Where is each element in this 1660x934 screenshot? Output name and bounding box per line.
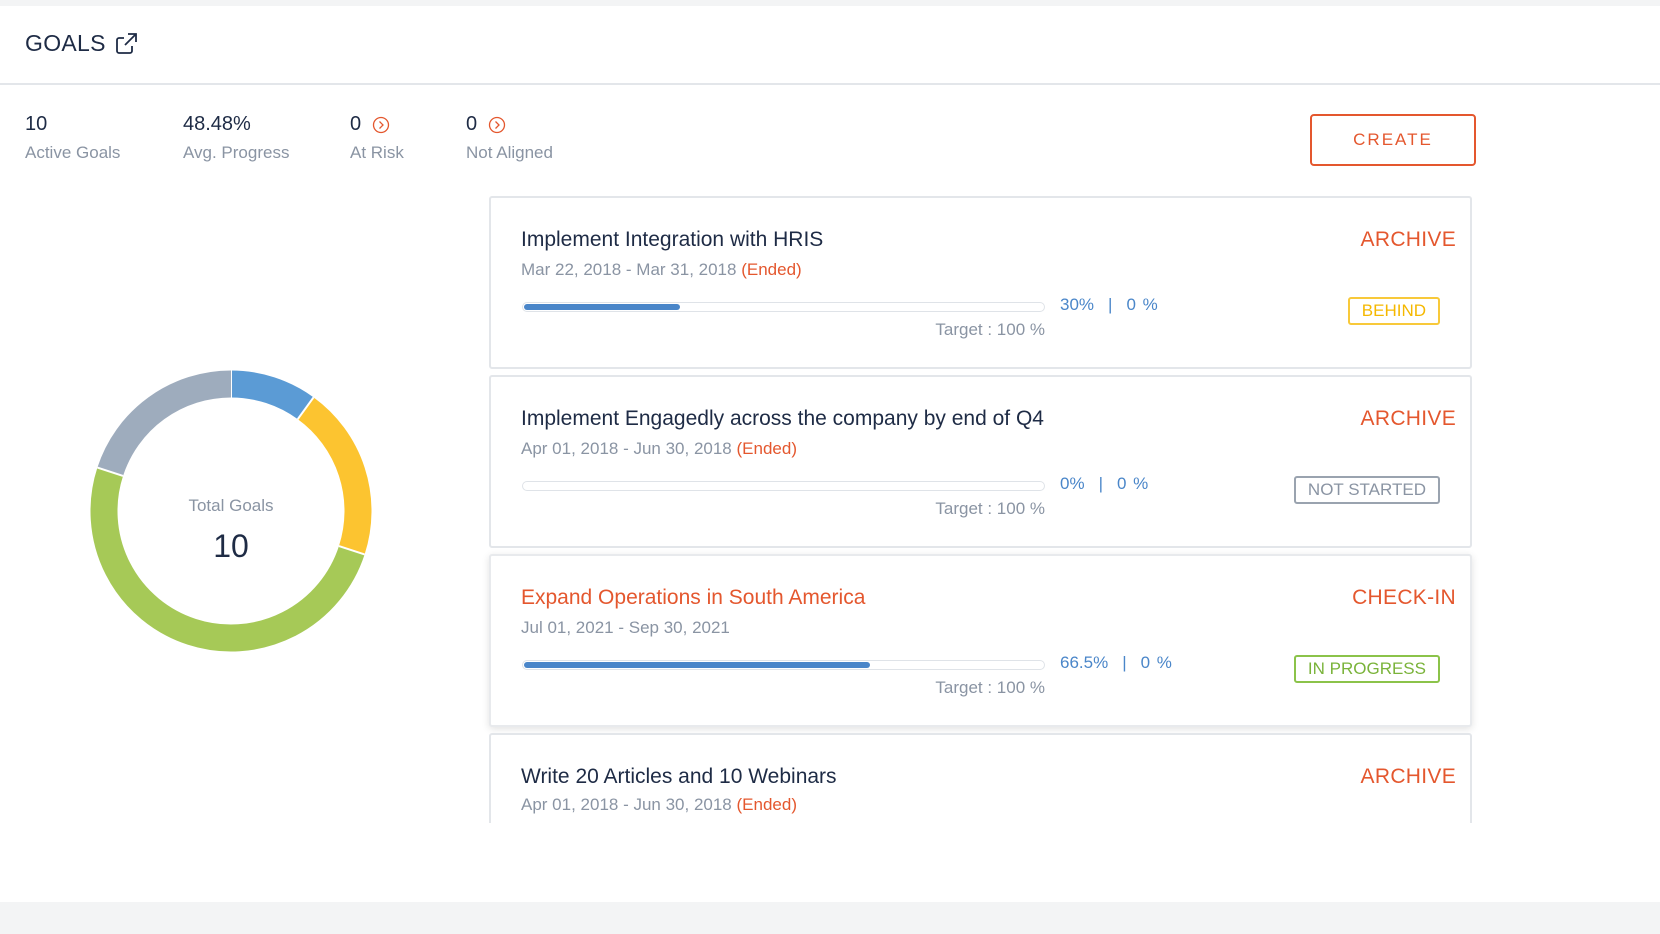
goal-dates: Mar 22, 2018 - Mar 31, 2018 (Ended) <box>521 260 802 280</box>
chevron-right-circle-icon[interactable] <box>372 116 390 134</box>
donut-segment[interactable] <box>230 370 314 420</box>
stat-value: 48.48% <box>183 113 251 135</box>
list-scroll-mask <box>0 823 1660 902</box>
status-badge: BEHIND <box>1347 297 1440 325</box>
progress-values: 30% | 0 % <box>1060 295 1158 315</box>
goal-card[interactable]: Implement Integration with HRIS Mar 22, … <box>489 196 1472 369</box>
stat-avg-progress: 48.48% Avg. Progress <box>183 113 289 163</box>
goal-date-range: Jul 01, 2021 - Sep 30, 2021 <box>521 618 730 637</box>
archive-button[interactable]: ARCHIVE <box>1361 228 1456 252</box>
create-button[interactable]: CREATE <box>1310 114 1476 166</box>
archive-button[interactable]: ARCHIVE <box>1361 407 1456 431</box>
stat-not-aligned[interactable]: 0 Not Aligned <box>466 113 553 163</box>
progress-secondary: 0 % <box>1117 474 1149 493</box>
separator: | <box>1108 295 1113 314</box>
goal-ended-flag: (Ended) <box>741 260 802 279</box>
progress-values: 66.5% | 0 % <box>1060 653 1172 673</box>
chevron-right-circle-icon[interactable] <box>488 116 506 134</box>
goal-date-range: Mar 22, 2018 - Mar 31, 2018 <box>521 260 737 279</box>
progress-bar <box>522 660 1045 670</box>
stat-label: Not Aligned <box>466 143 553 162</box>
stat-value: 0 <box>466 113 478 135</box>
goal-dates: Apr 01, 2018 - Jun 30, 2018 (Ended) <box>521 795 797 815</box>
external-link-icon[interactable] <box>114 31 140 57</box>
progress-fill <box>524 304 681 310</box>
progress-values: 0% | 0 % <box>1060 474 1148 494</box>
goal-dates: Apr 01, 2018 - Jun 30, 2018 (Ended) <box>521 439 797 459</box>
stat-value: 0 <box>350 113 362 135</box>
page-footer-strip <box>0 902 1660 934</box>
donut-segment[interactable] <box>97 370 232 477</box>
stat-at-risk[interactable]: 0 At Risk <box>350 113 404 163</box>
stat-active-goals: 10 Active Goals <box>25 113 120 163</box>
progress-target: Target : 100 % <box>935 678 1045 697</box>
goal-ended-flag: (Ended) <box>736 439 797 458</box>
page-title: GOALS <box>25 30 106 56</box>
progress-bar <box>522 302 1045 312</box>
progress-secondary: 0 % <box>1140 653 1172 672</box>
donut-value: 10 <box>213 528 249 564</box>
goal-card[interactable]: Expand Operations in South America Jul 0… <box>489 554 1472 727</box>
goal-title[interactable]: Expand Operations in South America <box>521 586 865 610</box>
goal-title[interactable]: Write 20 Articles and 10 Webinars <box>521 765 837 789</box>
stat-label: Active Goals <box>25 143 121 162</box>
progress-target: Target : 100 % <box>935 320 1045 339</box>
progress-fill <box>524 662 871 668</box>
stat-label: At Risk <box>350 143 404 162</box>
separator: | <box>1122 653 1127 672</box>
goal-title[interactable]: Implement Integration with HRIS <box>521 228 823 252</box>
separator: | <box>1098 474 1103 493</box>
header: GOALS <box>0 6 1660 85</box>
progress-target: Target : 100 % <box>935 499 1045 518</box>
goals-panel: GOALS 10 Active Goals 48.48% Avg. Progre… <box>0 6 1660 902</box>
goal-title[interactable]: Implement Engagedly across the company b… <box>521 407 1044 431</box>
progress-secondary: 0 % <box>1126 295 1158 314</box>
goal-card[interactable]: Implement Engagedly across the company b… <box>489 375 1472 548</box>
donut-label: Total Goals <box>188 496 274 515</box>
progress-percent: 0% <box>1060 474 1085 493</box>
goal-date-range: Apr 01, 2018 - Jun 30, 2018 <box>521 795 732 814</box>
stat-label: Avg. Progress <box>183 143 290 162</box>
progress-bar <box>522 481 1045 491</box>
progress-percent: 66.5% <box>1060 653 1109 672</box>
goal-dates: Jul 01, 2021 - Sep 30, 2021 <box>521 618 730 638</box>
status-badge: IN PROGRESS <box>1293 655 1440 683</box>
progress-percent: 30% <box>1060 295 1095 314</box>
archive-button[interactable]: ARCHIVE <box>1361 765 1456 789</box>
goal-date-range: Apr 01, 2018 - Jun 30, 2018 <box>521 439 732 458</box>
check-in-button[interactable]: CHECK-IN <box>1352 586 1456 610</box>
stat-value: 10 <box>25 113 48 135</box>
goal-ended-flag: (Ended) <box>736 795 797 814</box>
status-badge: NOT STARTED <box>1293 476 1440 504</box>
